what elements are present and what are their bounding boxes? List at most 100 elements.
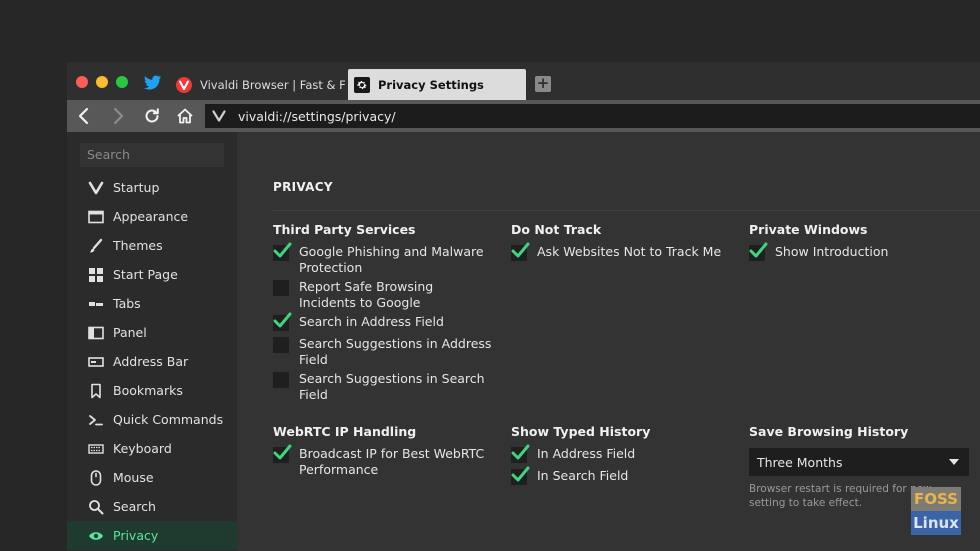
sidebar-item-label: Start Page <box>113 267 178 282</box>
checkbox-unchecked[interactable] <box>273 372 289 388</box>
option-report-safe-browsing[interactable]: Report Safe Browsing Incidents to Google <box>273 279 493 311</box>
checkbox-checked[interactable] <box>749 242 768 261</box>
gear-icon <box>354 76 370 93</box>
plus-icon: + <box>536 74 550 92</box>
vivaldi-favicon-icon <box>176 76 192 93</box>
do-not-track-title: Do Not Track <box>511 222 602 237</box>
reload-icon <box>145 108 159 123</box>
checkmark-icon <box>511 242 530 258</box>
option-in-search-field[interactable]: In Search Field <box>511 466 731 485</box>
settings-content: PRIVACY Third Party Services Google Phis… <box>237 132 980 551</box>
checkbox-unchecked[interactable] <box>273 280 289 296</box>
section-divider <box>273 210 980 211</box>
sidebar-item-label: Themes <box>113 238 163 253</box>
checkbox-checked[interactable] <box>273 444 292 463</box>
back-button[interactable] <box>71 104 97 128</box>
sidebar-item-appearance[interactable]: Appearance <box>67 202 237 231</box>
eye-icon <box>87 527 105 545</box>
sidebar-item-themes[interactable]: Themes <box>67 231 237 260</box>
tab-vivaldi[interactable]: Vivaldi Browser | Fast & Flexible <box>172 69 346 100</box>
sidebar-item-mouse[interactable]: Mouse <box>67 463 237 492</box>
forward-button[interactable] <box>105 104 131 128</box>
checkmark-icon <box>273 242 292 258</box>
home-button[interactable] <box>172 104 198 128</box>
option-label: Show Introduction <box>775 244 889 259</box>
sidebar-item-search[interactable]: Search <box>67 492 237 521</box>
url-text: vivaldi://settings/privacy/ <box>238 108 396 124</box>
tab-label: Privacy Settings <box>378 77 484 92</box>
option-label: In Address Field <box>537 446 636 461</box>
sidebar-item-keyboard[interactable]: Keyboard <box>67 434 237 463</box>
new-tab-button[interactable]: + <box>535 76 551 92</box>
tab-twitter[interactable] <box>140 70 166 96</box>
sidebar-item-bookmarks[interactable]: Bookmarks <box>67 376 237 405</box>
browser-window: Vivaldi Browser | Fast & Flexible Privac… <box>67 62 980 551</box>
option-label: Search Suggestions in Search Field <box>299 371 485 402</box>
sidebar-item-startup[interactable]: Startup <box>67 173 237 202</box>
checkbox-checked[interactable] <box>273 242 292 261</box>
checkmark-icon <box>273 312 292 328</box>
zoom-window-button[interactable] <box>116 76 128 88</box>
checkbox-checked[interactable] <box>511 444 530 463</box>
tab-strip: Vivaldi Browser | Fast & Flexible Privac… <box>67 62 980 100</box>
browsing-history-select[interactable]: Three Months <box>749 448 969 476</box>
panel-icon <box>87 324 105 342</box>
sidebar-item-label: Privacy <box>113 528 159 543</box>
logo-text-bottom: Linux <box>911 511 961 535</box>
twitter-bird-icon <box>144 75 162 90</box>
option-search-in-address-field[interactable]: Search in Address Field <box>273 312 493 331</box>
reload-button[interactable] <box>139 104 165 128</box>
sidebar-item-label: Search <box>113 499 156 514</box>
caret-down-icon <box>949 459 959 465</box>
option-label: Google Phishing and Malware Protection <box>299 244 484 275</box>
sidebar-item-privacy[interactable]: Privacy <box>67 521 237 550</box>
sidebar-item-label: Keyboard <box>113 441 172 456</box>
sidebar-item-label: Startup <box>113 180 160 195</box>
settings-search-input[interactable]: Search <box>79 142 225 168</box>
address-bar-icon <box>87 353 105 371</box>
third-party-services-title: Third Party Services <box>273 222 416 237</box>
option-search-suggestions-address[interactable]: Search Suggestions in Address Field <box>273 336 493 368</box>
sidebar-item-label: Address Bar <box>113 354 189 369</box>
sidebar-item-address-bar[interactable]: Address Bar <box>67 347 237 376</box>
checkbox-checked[interactable] <box>511 242 530 261</box>
sidebar-item-panel[interactable]: Panel <box>67 318 237 347</box>
command-icon <box>87 411 105 429</box>
brush-icon <box>87 237 105 255</box>
settings-sidebar: Search Startup Appearance Themes Start P… <box>67 132 237 551</box>
typed-history-title: Show Typed History <box>511 424 651 439</box>
address-field[interactable]: vivaldi://settings/privacy/ <box>205 104 980 128</box>
option-label: Ask Websites Not to Track Me <box>537 244 722 259</box>
option-in-address-field[interactable]: In Address Field <box>511 444 731 463</box>
option-ask-not-to-track[interactable]: Ask Websites Not to Track Me <box>511 242 731 261</box>
sidebar-item-label: Panel <box>113 325 147 340</box>
option-search-suggestions-search[interactable]: Search Suggestions in Search Field <box>273 371 493 403</box>
checkbox-checked[interactable] <box>511 466 530 485</box>
bookmark-icon <box>87 382 105 400</box>
sidebar-item-quick-commands[interactable]: Quick Commands <box>67 405 237 434</box>
close-window-button[interactable] <box>76 76 88 88</box>
option-broadcast-ip[interactable]: Broadcast IP for Best WebRTC Performance <box>273 444 493 478</box>
tabs-icon <box>87 295 105 313</box>
option-label: Report Safe Browsing Incidents to Google <box>299 279 434 310</box>
private-windows-title: Private Windows <box>749 222 868 237</box>
tab-label: Vivaldi Browser | Fast & Flexible <box>200 77 346 92</box>
minimize-window-button[interactable] <box>96 76 108 88</box>
option-label: Search in Address Field <box>299 314 444 329</box>
option-google-phishing[interactable]: Google Phishing and Malware Protection <box>273 242 493 276</box>
logo-text-top: FOSS <box>911 487 961 511</box>
screenshot-root: Vivaldi Browser | Fast & Flexible Privac… <box>0 0 980 551</box>
sidebar-item-tabs[interactable]: Tabs <box>67 289 237 318</box>
option-label: Broadcast IP for Best WebRTC Performance <box>299 446 485 477</box>
sidebar-item-start-page[interactable]: Start Page <box>67 260 237 289</box>
search-icon <box>87 498 105 516</box>
select-value: Three Months <box>757 454 843 470</box>
checkbox-checked[interactable] <box>273 312 292 331</box>
checkbox-unchecked[interactable] <box>273 337 289 353</box>
option-show-introduction[interactable]: Show Introduction <box>749 242 969 261</box>
mouse-icon <box>87 469 105 487</box>
foss-linux-logo: FOSS Linux <box>911 487 961 535</box>
sidebar-item-label: Mouse <box>113 470 154 485</box>
tab-privacy-settings[interactable]: Privacy Settings <box>348 69 526 100</box>
sidebar-item-label: Quick Commands <box>113 412 224 427</box>
